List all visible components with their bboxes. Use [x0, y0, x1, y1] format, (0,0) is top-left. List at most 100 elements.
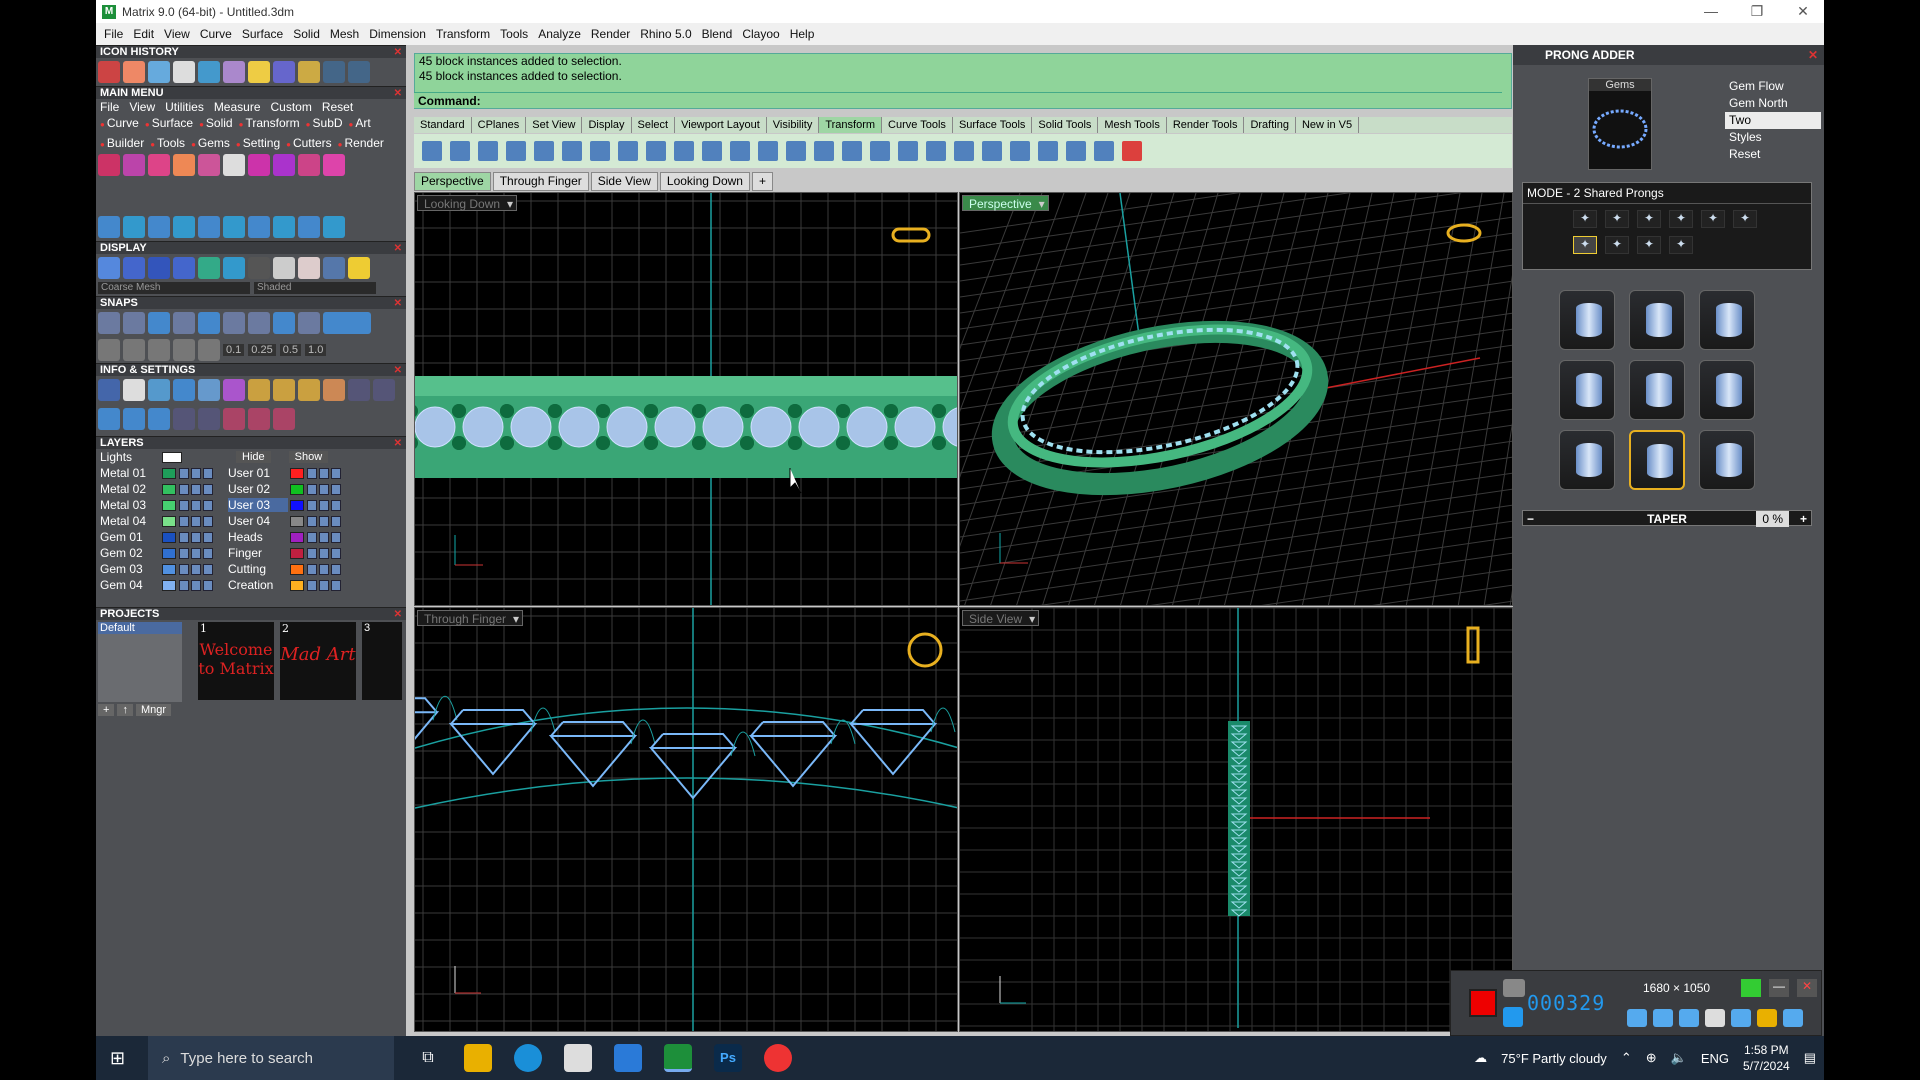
- layer-toggle[interactable]: [191, 499, 201, 511]
- layer-toggle[interactable]: [319, 515, 329, 527]
- layer-name[interactable]: User 04: [228, 514, 288, 528]
- viewport-looking-down[interactable]: Looking Down: [414, 192, 958, 606]
- prong-style-option[interactable]: [1629, 360, 1685, 420]
- minimize-button[interactable]: —: [1688, 0, 1734, 23]
- main-menu-utilities[interactable]: Utilities: [165, 100, 204, 114]
- project-item-default[interactable]: Default: [98, 622, 182, 634]
- task-view-icon[interactable]: ⧉: [414, 1044, 442, 1072]
- layer-toggle[interactable]: [331, 531, 341, 543]
- speaker-icon[interactable]: [1627, 1009, 1647, 1027]
- main-menu-view[interactable]: View: [129, 100, 155, 114]
- layer-toggle[interactable]: [191, 515, 201, 527]
- grid-icon[interactable]: [98, 339, 120, 361]
- layer-toggle[interactable]: [319, 531, 329, 543]
- show-button[interactable]: Show: [288, 451, 329, 463]
- main-menu-tab-subd[interactable]: SubD: [306, 116, 343, 130]
- display-mode-icon[interactable]: [198, 257, 220, 279]
- layer-color-swatch[interactable]: [162, 515, 176, 527]
- menu-file[interactable]: File: [104, 27, 123, 41]
- layer-color-swatch[interactable]: [290, 547, 304, 559]
- tool-icon[interactable]: [348, 379, 370, 401]
- layer-toggle[interactable]: [179, 467, 189, 479]
- layer-toggle[interactable]: [331, 579, 341, 591]
- volume-icon[interactable]: 🔈: [1671, 1050, 1687, 1066]
- prong-mode-icon[interactable]: ✦: [1573, 210, 1597, 228]
- notification-icon[interactable]: ▤: [1804, 1050, 1816, 1066]
- tool-icon[interactable]: [98, 154, 120, 176]
- transform-tool-icon[interactable]: [842, 141, 862, 161]
- view-tab-perspective[interactable]: Perspective: [414, 172, 491, 191]
- prong-mode-icon[interactable]: ✦: [1605, 236, 1629, 254]
- transform-tool-icon[interactable]: [786, 141, 806, 161]
- tool-icon[interactable]: [298, 216, 320, 238]
- store-icon[interactable]: [564, 1044, 592, 1072]
- weather-text[interactable]: 75°F Partly cloudy: [1501, 1051, 1607, 1066]
- transform-tool-icon[interactable]: [450, 141, 470, 161]
- transform-tool-icon[interactable]: [870, 141, 890, 161]
- layer-toggle[interactable]: [179, 563, 189, 575]
- view-tab-looking-down[interactable]: Looking Down: [659, 172, 750, 191]
- prong-style-option[interactable]: [1699, 430, 1755, 490]
- prong-style-option[interactable]: [1559, 290, 1615, 350]
- prong-mode-icon[interactable]: ✦: [1733, 210, 1757, 228]
- project-thumb-2[interactable]: 2 Mad Art: [280, 622, 356, 700]
- viewport-label[interactable]: Looking Down: [417, 195, 518, 212]
- prong-mode-icon[interactable]: ✦: [1701, 210, 1725, 228]
- toolbar-tab-curve-tools[interactable]: Curve Tools: [882, 117, 953, 133]
- close-icon[interactable]: ✕: [394, 437, 402, 450]
- toolbar-tab-new-in-v5[interactable]: New in V5: [1296, 117, 1360, 133]
- undo-arrow-icon[interactable]: [323, 61, 345, 83]
- tool-icon[interactable]: [298, 379, 320, 401]
- layer-color-swatch[interactable]: [162, 467, 176, 479]
- settings-icon[interactable]: [98, 379, 120, 401]
- mail-icon[interactable]: [614, 1044, 642, 1072]
- cursor-icon[interactable]: [1705, 1009, 1725, 1027]
- history-tool-icon[interactable]: [223, 61, 245, 83]
- menu-tools[interactable]: Tools: [500, 27, 528, 41]
- material-icon[interactable]: [348, 257, 370, 279]
- transform-tool-icon[interactable]: [422, 141, 442, 161]
- main-menu-tab-builder[interactable]: Builder: [100, 136, 144, 150]
- tool-icon[interactable]: [173, 216, 195, 238]
- prong-option-two[interactable]: Two: [1725, 112, 1821, 129]
- transform-tool-icon[interactable]: [534, 141, 554, 161]
- layer-color-swatch[interactable]: [162, 547, 176, 559]
- weather-icon[interactable]: ☁: [1474, 1050, 1487, 1066]
- layer-color-swatch[interactable]: [290, 563, 304, 575]
- snap-icon[interactable]: [198, 312, 220, 334]
- tool-icon[interactable]: [248, 407, 270, 430]
- snap-value[interactable]: 0.25: [248, 344, 276, 356]
- photoshop-icon[interactable]: Ps: [714, 1044, 742, 1072]
- prong-style-option[interactable]: [1629, 430, 1685, 490]
- prong-mode-icon[interactable]: ✦: [1669, 210, 1693, 228]
- layer-name[interactable]: User 03: [228, 498, 288, 512]
- up-project-button[interactable]: ↑: [117, 704, 133, 716]
- snap-toggle-button[interactable]: [323, 312, 371, 334]
- layer-name[interactable]: Gem 03: [100, 562, 160, 576]
- project-thumb-1[interactable]: 1 Welcome to Matrix: [198, 622, 274, 700]
- layer-toggle[interactable]: [191, 483, 201, 495]
- tool-icon[interactable]: [148, 379, 170, 401]
- tool-icon[interactable]: [148, 154, 170, 176]
- windows-start-icon[interactable]: ⊞: [110, 1048, 125, 1069]
- viewport-through-finger[interactable]: Through Finger: [414, 607, 958, 1032]
- snap-icon[interactable]: [173, 312, 195, 334]
- toolbar-tab-drafting[interactable]: Drafting: [1244, 117, 1296, 133]
- viewport-label[interactable]: Through Finger: [417, 610, 524, 627]
- prong-style-option[interactable]: [1699, 360, 1755, 420]
- layer-toggle[interactable]: [319, 563, 329, 575]
- main-menu-reset[interactable]: Reset: [322, 100, 353, 114]
- tool-icon[interactable]: [248, 216, 270, 238]
- layer-toggle[interactable]: [307, 515, 317, 527]
- tool-icon[interactable]: [273, 379, 295, 401]
- main-menu-tab-art[interactable]: Art: [349, 116, 370, 130]
- layer-color-swatch[interactable]: [290, 483, 304, 495]
- layer-toggle[interactable]: [179, 547, 189, 559]
- folder-icon[interactable]: [1757, 1009, 1777, 1027]
- transform-tool-icon[interactable]: [590, 141, 610, 161]
- transform-tool-icon[interactable]: [1010, 141, 1030, 161]
- transform-tool-icon[interactable]: [758, 141, 778, 161]
- layer-name[interactable]: Gem 04: [100, 578, 160, 592]
- prong-option-reset[interactable]: Reset: [1725, 146, 1821, 163]
- layer-name[interactable]: User 02: [228, 482, 288, 496]
